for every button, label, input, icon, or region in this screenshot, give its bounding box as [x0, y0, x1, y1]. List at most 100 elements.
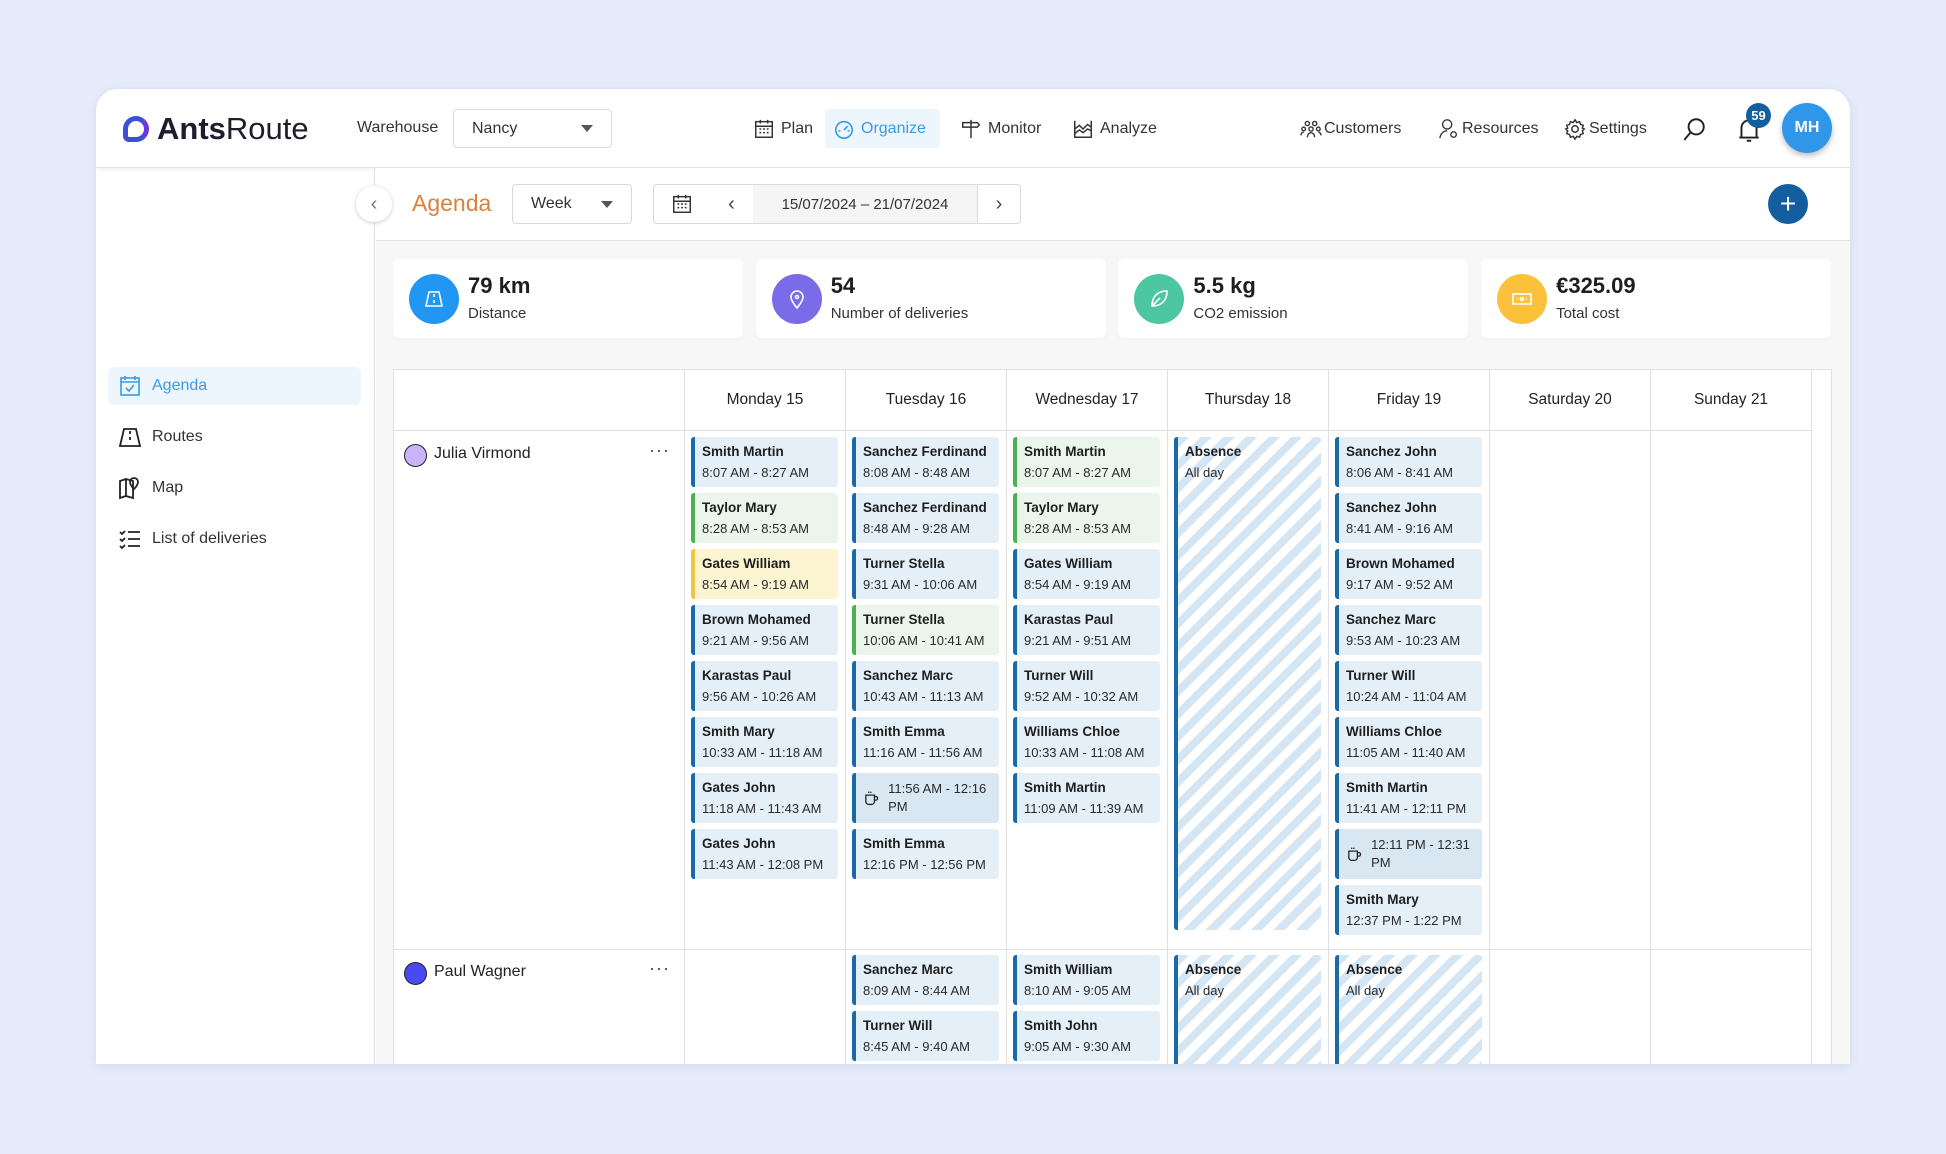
- event-time: 9:21 AM - 9:51 AM: [1024, 633, 1131, 648]
- day-cell[interactable]: [1651, 949, 1812, 1064]
- delivery-event[interactable]: Gates John 11:43 AM - 12:08 PM: [691, 829, 838, 879]
- view-dropdown[interactable]: Week: [512, 184, 632, 224]
- delivery-event[interactable]: Sanchez John 8:41 AM - 9:16 AM: [1335, 493, 1482, 543]
- date-range[interactable]: 15/07/2024 – 21/07/2024: [753, 184, 977, 224]
- day-cell[interactable]: Sanchez Marc 8:09 AM - 8:44 AM Turner Will…: [846, 949, 1007, 1064]
- logo-mark-icon: [123, 116, 149, 142]
- delivery-event[interactable]: Gates William 8:54 AM - 9:19 AM: [1013, 549, 1160, 599]
- day-cell[interactable]: Sanchez John 8:06 AM - 8:41 AM Sanchez Joh…: [1329, 431, 1490, 949]
- day-cell[interactable]: Smith William 8:10 AM - 9:05 AM Smith John…: [1007, 949, 1168, 1064]
- delivery-event[interactable]: Sanchez Ferdinand 8:48 AM - 9:28 AM: [852, 493, 999, 543]
- sidebar-item-map[interactable]: Map: [108, 469, 361, 507]
- day-cell[interactable]: [1490, 431, 1651, 949]
- delivery-event[interactable]: Smith Mary 10:33 AM - 11:18 AM: [691, 717, 838, 767]
- day-cell[interactable]: Absence All day: [1168, 431, 1329, 949]
- delivery-event[interactable]: Smith John 9:05 AM - 9:30 AM: [1013, 1011, 1160, 1061]
- nav-resources[interactable]: Resources: [1430, 109, 1546, 148]
- delivery-event[interactable]: Smith Emma 11:16 AM - 11:56 AM: [852, 717, 999, 767]
- user-avatar[interactable]: MH: [1782, 103, 1832, 153]
- sidebar-item-label: Agenda: [152, 377, 208, 394]
- delivery-event[interactable]: Smith Mary 12:37 PM - 1:22 PM: [1335, 885, 1482, 935]
- day-cell[interactable]: [1490, 949, 1651, 1064]
- delivery-event[interactable]: Karastas Paul 9:21 AM - 9:51 AM: [1013, 605, 1160, 655]
- event-time: 9:17 AM - 9:52 AM: [1346, 577, 1453, 592]
- absence-event[interactable]: Absence All day: [1174, 437, 1321, 930]
- delivery-event[interactable]: Turner Will 8:45 AM - 9:40 AM: [852, 1011, 999, 1061]
- event-title: Gates John: [702, 780, 776, 795]
- delivery-event[interactable]: Smith William 8:10 AM - 9:05 AM: [1013, 955, 1160, 1005]
- delivery-event[interactable]: Taylor Mary 8:28 AM - 8:53 AM: [691, 493, 838, 543]
- delivery-event[interactable]: Smith Martin 11:41 AM - 12:11 PM: [1335, 773, 1482, 823]
- delivery-event[interactable]: Williams Chloe 10:33 AM - 11:08 AM: [1013, 717, 1160, 767]
- delivery-event[interactable]: Taylor Mary 8:28 AM - 8:53 AM: [1013, 493, 1160, 543]
- delivery-event[interactable]: Brown Mohamed 9:17 AM - 9:52 AM: [1335, 549, 1482, 599]
- event-title: Sanchez Marc: [1346, 612, 1437, 627]
- day-cell[interactable]: Smith Martin 8:07 AM - 8:27 AM Taylor Mary…: [685, 431, 846, 949]
- logo[interactable]: Ants Route: [123, 111, 309, 147]
- break-event[interactable]: 11:56 AM - 12:16 PM: [852, 773, 999, 823]
- delivery-event[interactable]: Sanchez Marc 9:53 AM - 10:23 AM: [1335, 605, 1482, 655]
- delivery-event[interactable]: Turner Stella 9:31 AM - 10:06 AM: [852, 549, 999, 599]
- next-week-button[interactable]: ›: [977, 184, 1021, 224]
- collapse-sidebar-button[interactable]: ‹: [356, 186, 392, 222]
- stat-value: €325.09: [1556, 273, 1636, 298]
- stat-value: 79 km: [468, 273, 531, 298]
- day-cell[interactable]: Smith Martin 8:07 AM - 8:27 AM Taylor Mary…: [1007, 431, 1168, 949]
- day-cell[interactable]: Absence All day: [1329, 949, 1490, 1064]
- sidebar-item-list-of-deliveries[interactable]: List of deliveries: [108, 520, 361, 558]
- day-cell[interactable]: Absence All day: [1168, 949, 1329, 1064]
- event-time: 11:43 AM - 12:08 PM: [702, 857, 824, 872]
- nav-plan[interactable]: Plan: [745, 109, 821, 148]
- delivery-event[interactable]: Turner Will 9:52 AM - 10:32 AM: [1013, 661, 1160, 711]
- nav-customers[interactable]: Customers: [1292, 109, 1409, 148]
- delivery-event[interactable]: Smith Martin 11:09 AM - 11:39 AM: [1013, 773, 1160, 823]
- delivery-event[interactable]: Williams Chloe 11:05 AM - 11:40 AM: [1335, 717, 1482, 767]
- search-icon[interactable]: [1681, 116, 1707, 142]
- delivery-event[interactable]: Gates William 8:54 AM - 9:19 AM: [691, 549, 838, 599]
- nav-settings[interactable]: Settings: [1556, 109, 1655, 148]
- sidebar-item-routes[interactable]: Routes: [108, 418, 361, 456]
- event-title: Absence: [1346, 962, 1403, 977]
- delivery-event[interactable]: Gates John 11:18 AM - 11:43 AM: [691, 773, 838, 823]
- sidebar-item-label: Routes: [152, 428, 203, 445]
- absence-event[interactable]: Absence All day: [1174, 955, 1321, 1064]
- delivery-event[interactable]: Smith Martin 8:07 AM - 8:27 AM: [691, 437, 838, 487]
- stat-card-co2-emission: 5.5 kg CO2 emission: [1118, 259, 1469, 338]
- delivery-event[interactable]: Smith Emma 12:16 PM - 12:56 PM: [852, 829, 999, 879]
- add-button[interactable]: +: [1768, 184, 1808, 224]
- day-cell[interactable]: Sanchez Ferdinand 8:08 AM - 8:48 AM Sanche…: [846, 431, 1007, 949]
- nav-monitor[interactable]: Monitor: [952, 109, 1049, 148]
- break-event[interactable]: 12:11 PM - 12:31 PM: [1335, 829, 1482, 879]
- day-cell[interactable]: [685, 949, 846, 1064]
- event-title: Gates William: [1024, 556, 1113, 571]
- delivery-event[interactable]: Sanchez John 8:06 AM - 8:41 AM: [1335, 437, 1482, 487]
- event-title: Absence: [1185, 962, 1242, 977]
- delivery-event[interactable]: Sanchez Marc 8:09 AM - 8:44 AM: [852, 955, 999, 1005]
- delivery-event[interactable]: Sanchez Ferdinand 8:08 AM - 8:48 AM: [852, 437, 999, 487]
- more-options-icon[interactable]: ···: [649, 958, 670, 979]
- event-time: 10:43 AM - 11:13 AM: [863, 689, 984, 704]
- more-options-icon[interactable]: ···: [649, 440, 670, 461]
- delivery-event[interactable]: Brown Mohamed 9:21 AM - 9:56 AM: [691, 605, 838, 655]
- warehouse-dropdown[interactable]: Nancy: [453, 109, 612, 148]
- previous-week-button[interactable]: ‹: [710, 184, 754, 224]
- stat-label: Distance: [468, 305, 527, 322]
- nav-analyze[interactable]: Analyze: [1064, 109, 1165, 148]
- delivery-event[interactable]: Karastas Paul 9:56 AM - 10:26 AM: [691, 661, 838, 711]
- road-icon: [118, 428, 142, 447]
- customers-icon: [1300, 120, 1322, 137]
- absence-event[interactable]: Absence All day: [1335, 955, 1482, 1064]
- event-time: 11:41 AM - 12:11 PM: [1346, 801, 1467, 816]
- day-cell[interactable]: [1651, 431, 1812, 949]
- event-title: Karastas Paul: [1024, 612, 1114, 627]
- calendar-picker-button[interactable]: [653, 184, 711, 224]
- event-title: Brown Mohamed: [1346, 556, 1455, 571]
- plus-icon: +: [1779, 188, 1797, 219]
- delivery-event[interactable]: Turner Stella 10:06 AM - 10:41 AM: [852, 605, 999, 655]
- chevron-left-icon: ‹: [728, 192, 735, 215]
- sidebar-item-agenda[interactable]: Agenda: [108, 367, 361, 405]
- delivery-event[interactable]: Turner Will 10:24 AM - 11:04 AM: [1335, 661, 1482, 711]
- nav-organize[interactable]: Organize: [825, 109, 940, 148]
- delivery-event[interactable]: Smith Martin 8:07 AM - 8:27 AM: [1013, 437, 1160, 487]
- delivery-event[interactable]: Sanchez Marc 10:43 AM - 11:13 AM: [852, 661, 999, 711]
